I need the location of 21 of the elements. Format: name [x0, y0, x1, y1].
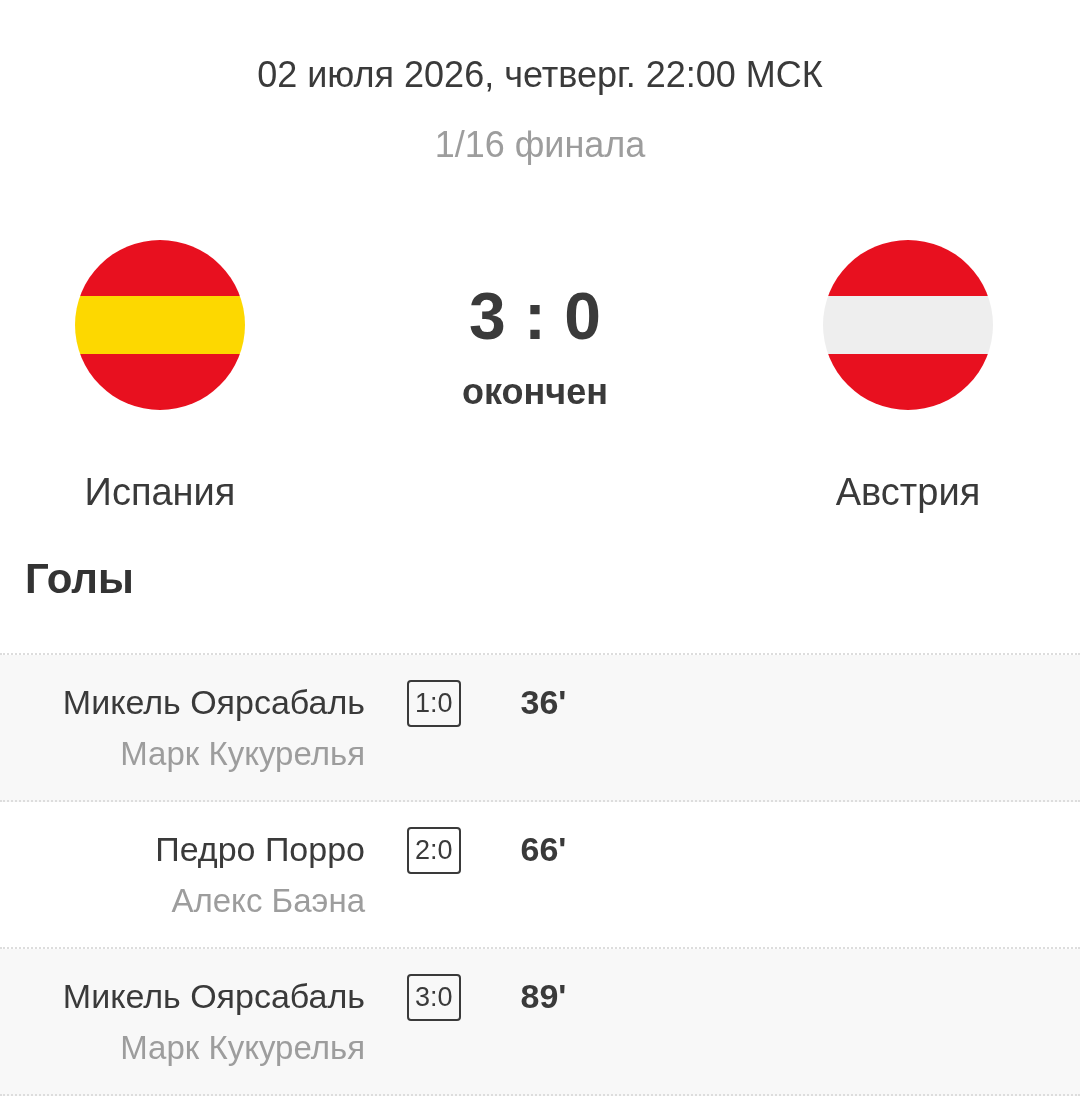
goal-minute: 89' [520, 976, 567, 1017]
goal-assist: Марк Кукурелья [120, 734, 365, 774]
goal-score-badge: 3:0 [407, 974, 461, 1021]
team-name: Австрия [835, 470, 981, 515]
section-title: Голы [25, 554, 134, 604]
match-round: 1/16 финала [434, 123, 646, 167]
flag-icon [75, 240, 245, 410]
match-score: 3 : 0 [468, 278, 602, 354]
flag-icon [823, 240, 993, 410]
match-date: 02 июля 2026, четверг. 22:00 МСК [257, 53, 823, 97]
goal-scorer: Микель Оярсабаль [62, 976, 365, 1017]
goal-scorer: Педро Порро [155, 829, 365, 870]
goal-assist: Марк Кукурелья [120, 1028, 365, 1068]
goal-minute: 66' [520, 829, 567, 870]
goal-scorer: Микель Оярсабаль [62, 682, 365, 723]
goal-minute: 36' [520, 682, 567, 723]
goal-assist: Алекс Баэна [171, 881, 365, 921]
goal-score-badge: 2:0 [407, 827, 461, 874]
team-name: Испания [84, 470, 236, 515]
match-status: окончен [462, 370, 608, 414]
goal-score-badge: 1:0 [407, 680, 461, 727]
